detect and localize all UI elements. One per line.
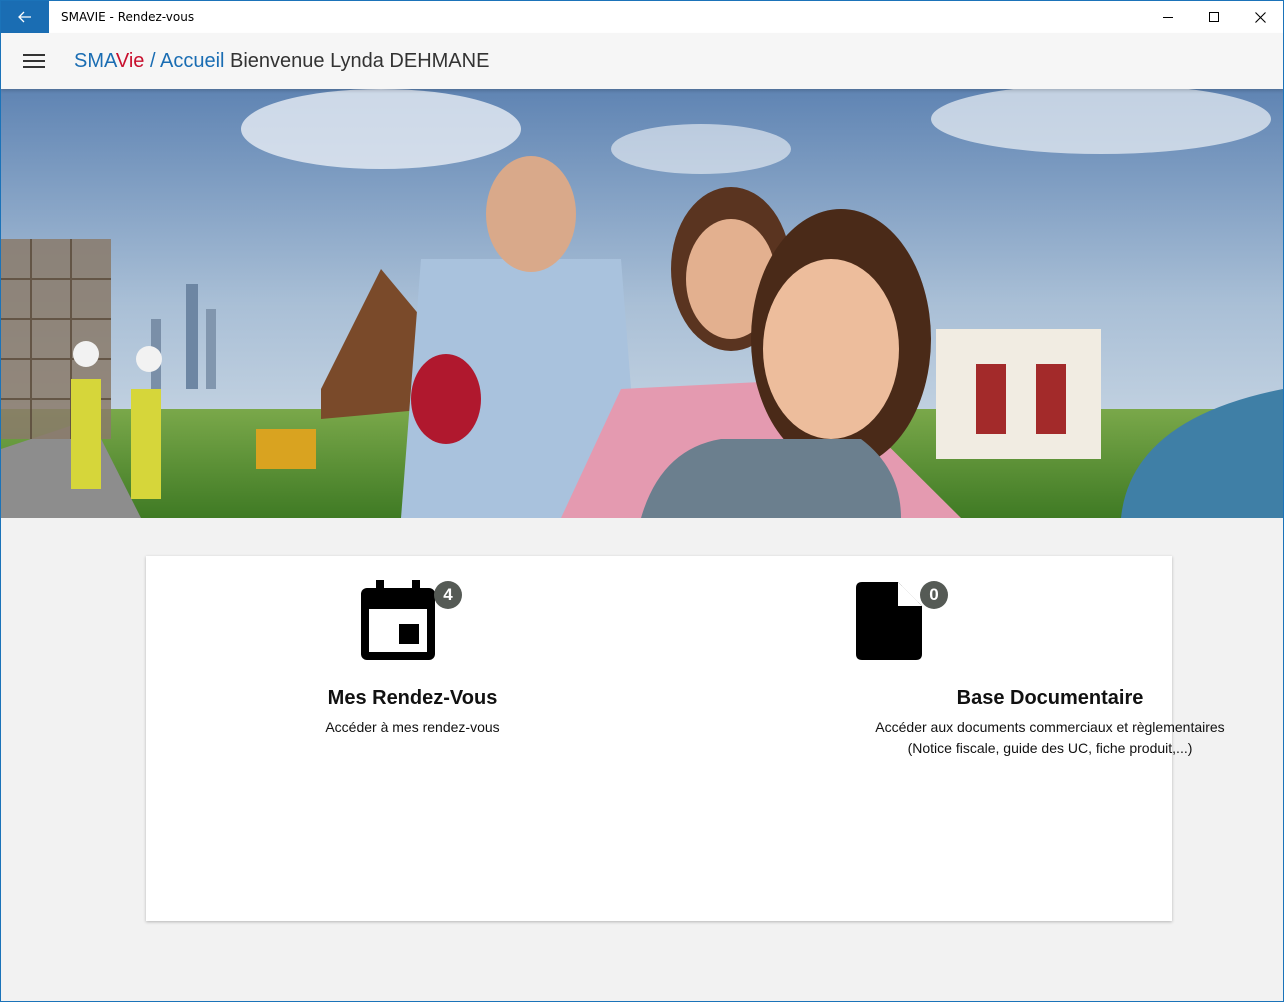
tile-title: Base Documentaire [956,687,1144,709]
breadcrumb-separator: / [144,49,160,72]
welcome-message: Bienvenue Lynda DEHMANE [224,49,490,72]
documents-count-badge: 0 [920,581,948,609]
window-title: SMAVIE - Rendez-vous [61,10,195,24]
maximize-icon [1209,12,1219,22]
back-arrow-icon [18,11,31,23]
minimize-icon [1163,17,1173,18]
calendar-icon [361,580,435,660]
tile-description-line2: (Notice fiscale, guide des UC, fiche pro… [907,740,1193,756]
close-icon [1254,11,1266,23]
maximize-button[interactable] [1191,1,1237,33]
breadcrumb: SMAVie / Accueil Bienvenue Lynda DEHMANE [74,50,489,73]
brand-vie: Vie [115,49,145,72]
rendez-vous-count-badge: 4 [434,581,462,609]
tile-base-documentaire[interactable]: 0 Base Documentaire Accéder aux document… [659,556,1225,776]
hamburger-menu-button[interactable] [23,53,45,69]
tile-description: Accéder aux documents commerciaux et règ… [537,717,1283,759]
minimize-button[interactable] [1145,1,1191,33]
hero-banner-image [1,89,1283,518]
tile-description-line1: Accéder aux documents commerciaux et règ… [875,719,1225,735]
main-card: 4 Mes Rendez-Vous Accéder à mes rendez-v… [146,556,1225,921]
brand-sma: SMA [74,49,116,72]
app-window: SMAVIE - Rendez-vous SMAVie / Accueil Bi… [0,0,1284,1002]
window-controls [1145,1,1283,33]
breadcrumb-page: Accueil [159,49,225,72]
close-button[interactable] [1237,1,1283,33]
tile-description-text: Accéder à mes rendez-vous [325,719,500,735]
title-bar: SMAVIE - Rendez-vous [1,1,1283,33]
back-button[interactable] [1,1,49,33]
app-header: SMAVie / Accueil Bienvenue Lynda DEHMANE [1,33,1283,89]
